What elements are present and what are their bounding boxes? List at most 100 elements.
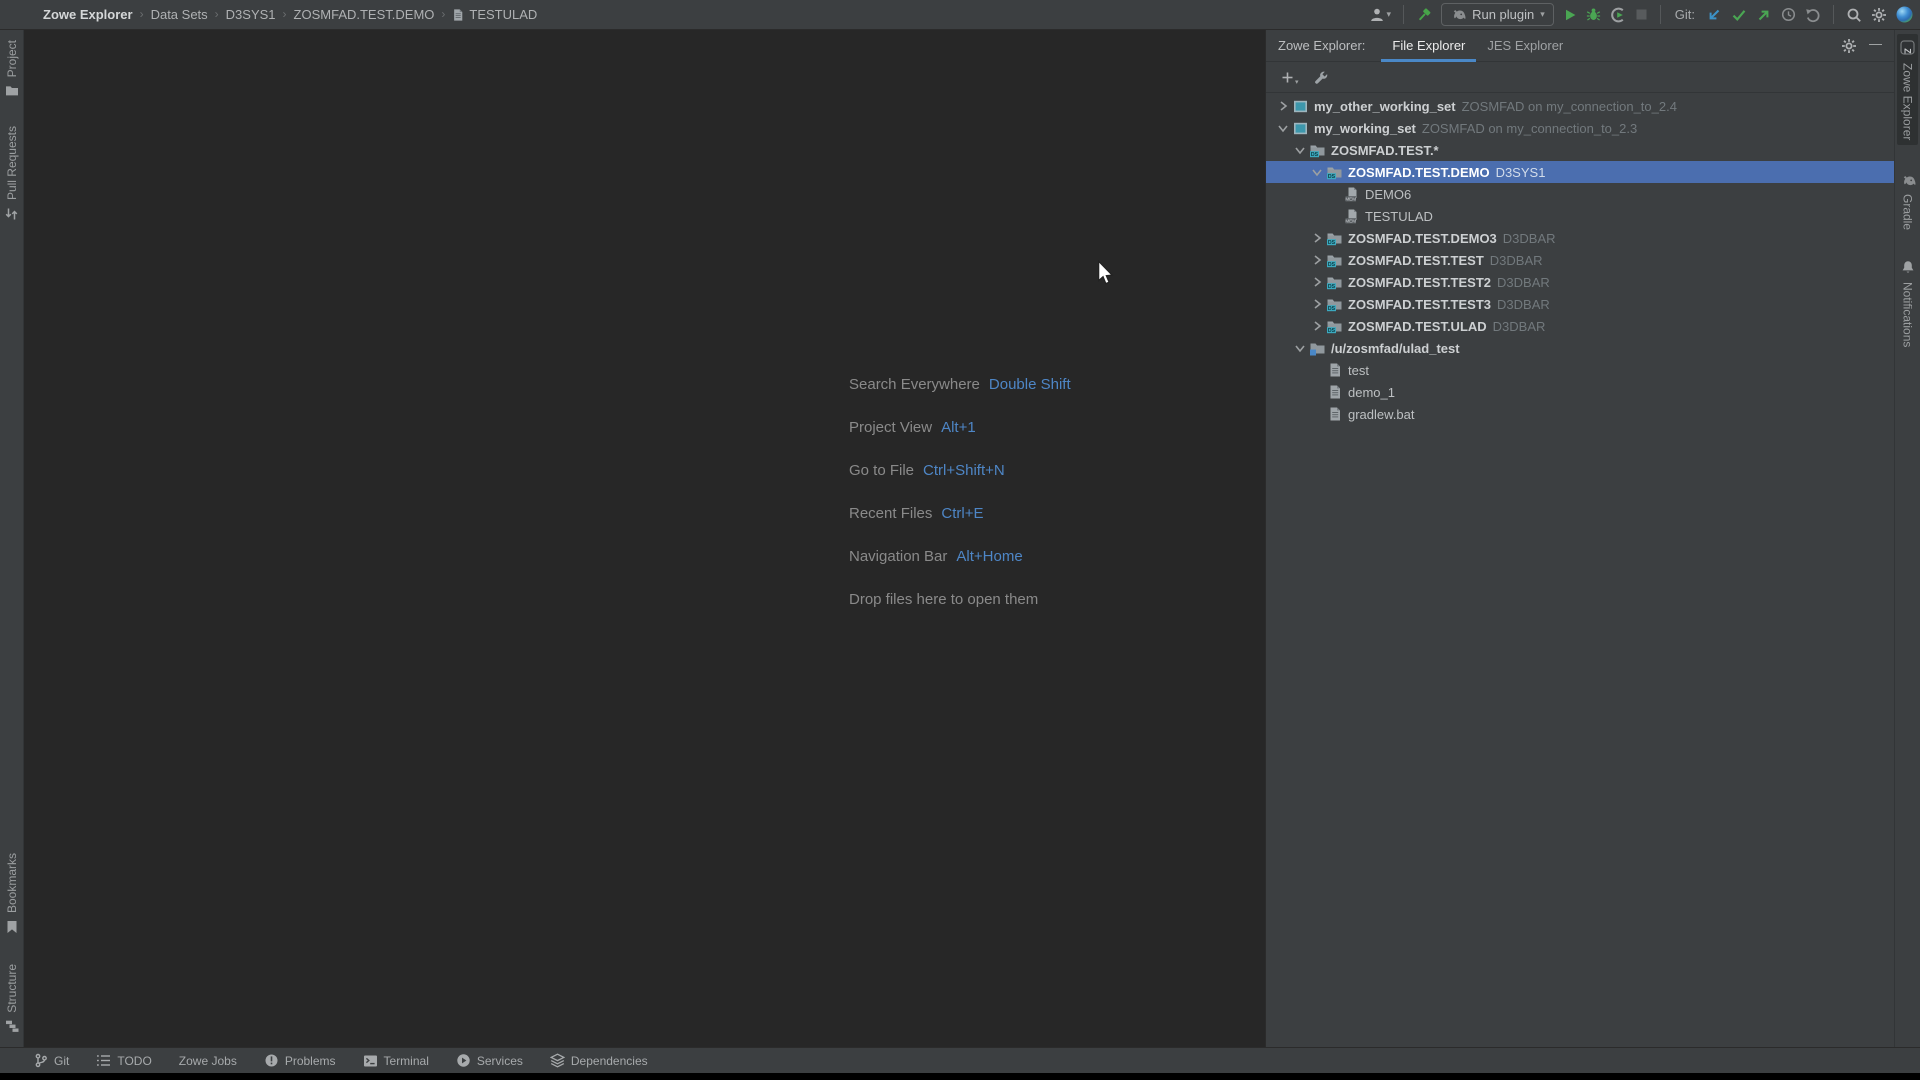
tool-stripe-button-structure[interactable]: Structure (5, 964, 19, 1033)
breadcrumb-separator: › (140, 7, 144, 21)
tree-row[interactable]: gradlew.bat (1266, 403, 1894, 425)
breadcrumb-item[interactable]: ZOSMFAD.TEST.DEMO (294, 7, 435, 22)
tree-item-label: my_working_set (1314, 121, 1416, 136)
chevron-down-icon[interactable] (1308, 165, 1325, 179)
user-menu-button[interactable]: ▾ (1369, 7, 1392, 23)
chevron-right-icon[interactable] (1274, 99, 1291, 113)
chevron-down-icon: ▾ (1295, 78, 1299, 86)
statusbar-button-label: Terminal (384, 1054, 429, 1068)
statusbar-button-todo[interactable]: TODO (96, 1054, 151, 1068)
search-everywhere-button[interactable] (1846, 7, 1862, 23)
tree-item-suffix: D3DBAR (1493, 319, 1546, 334)
profiler-icon (1610, 7, 1626, 23)
chevron-right-icon[interactable] (1308, 253, 1325, 267)
hammer-icon (1416, 7, 1432, 23)
tree-item-label: /u/zosmfad/ulad_test (1331, 341, 1460, 356)
git-update-button[interactable] (1706, 7, 1722, 23)
breadcrumb-item[interactable]: Data Sets (151, 7, 208, 22)
edit-working-set-button[interactable] (1314, 70, 1329, 85)
statusbar-button-services[interactable]: Services (456, 1053, 523, 1068)
editor-area[interactable]: Search EverywhereDouble ShiftProject Vie… (24, 30, 1265, 1047)
stop-icon (1635, 8, 1648, 21)
uss-dir-icon (1308, 340, 1327, 356)
run-button[interactable] (1563, 8, 1577, 22)
tree-item-label: ZOSMFAD.TEST.DEMO (1348, 165, 1490, 180)
breadcrumb-item[interactable]: TESTULAD (452, 7, 537, 22)
tree-row[interactable]: DSZOSMFAD.TEST.TEST3D3DBAR (1266, 293, 1894, 315)
panel-settings-button[interactable] (1841, 38, 1857, 54)
tree-row[interactable]: DSZOSMFAD.TEST.ULADD3DBAR (1266, 315, 1894, 337)
breadcrumb-item[interactable]: D3SYS1 (226, 7, 276, 22)
debug-button[interactable] (1586, 7, 1601, 22)
tree-row[interactable]: /u/zosmfad/ulad_test (1266, 337, 1894, 359)
tree-row[interactable]: my_working_setZOSMFAD on my_connection_t… (1266, 117, 1894, 139)
minimize-panel-button[interactable]: — (1869, 37, 1882, 50)
check-icon (1731, 7, 1747, 23)
tool-stripe-button-zowe-explorer[interactable]: ZZowe Explorer (1897, 34, 1918, 145)
tree-row[interactable]: DSZOSMFAD.TEST.* (1266, 139, 1894, 161)
settings-button[interactable] (1871, 7, 1887, 23)
pull-request-icon (5, 207, 18, 221)
chevron-down-icon[interactable] (1274, 121, 1291, 135)
left-stripe-bottom: Bookmarks Structure (5, 853, 19, 1033)
chevron-down-icon[interactable] (1291, 143, 1308, 157)
tree-item-label: DEMO6 (1365, 187, 1411, 202)
tool-stripe-button-project[interactable]: Project (5, 40, 19, 96)
tree-row[interactable]: DSZOSMFAD.TEST.DEMO3D3DBAR (1266, 227, 1894, 249)
tool-stripe-button-pull-requests[interactable]: Pull Requests (5, 126, 19, 221)
svg-text:DS: DS (1328, 284, 1336, 290)
statusbar-button-zowe-jobs[interactable]: Zowe Jobs (179, 1054, 237, 1068)
tree-row[interactable]: DSZOSMFAD.TEST.TEST2D3DBAR (1266, 271, 1894, 293)
shortcut-row: Navigation BarAlt+Home (849, 535, 1071, 578)
build-project-button[interactable] (1416, 7, 1432, 23)
git-push-button[interactable] (1756, 7, 1772, 23)
tool-stripe-button-bookmarks[interactable]: Bookmarks (5, 853, 19, 934)
tree-row[interactable]: MEMTESTULAD (1266, 205, 1894, 227)
tree-row[interactable]: DSZOSMFAD.TEST.DEMOD3SYS1 (1266, 161, 1894, 183)
tree-item-suffix: D3DBAR (1497, 275, 1550, 290)
add-working-set-button[interactable]: ▾ (1281, 71, 1299, 84)
window-edge (0, 1073, 1920, 1080)
tab-file-explorer[interactable]: File Explorer (1381, 30, 1476, 62)
shortcut-row: Search EverywhereDouble Shift (849, 363, 1071, 406)
breadcrumb-item-label: ZOSMFAD.TEST.DEMO (294, 7, 435, 22)
chevron-right-icon[interactable] (1308, 275, 1325, 289)
breadcrumb-item[interactable]: Zowe Explorer (43, 7, 133, 22)
breadcrumb-item-label: Data Sets (151, 7, 208, 22)
git-commit-button[interactable] (1731, 7, 1747, 23)
tree-row[interactable]: MEMDEMO6 (1266, 183, 1894, 205)
profiler-button[interactable] (1610, 7, 1626, 23)
tool-stripe-button-notifications[interactable]: Notifications (1901, 260, 1915, 347)
tab-jes-explorer[interactable]: JES Explorer (1476, 30, 1574, 62)
dataset-folder-icon: DS (1325, 164, 1344, 180)
tree-item-suffix: D3DBAR (1490, 253, 1543, 268)
chevron-right-icon[interactable] (1308, 319, 1325, 333)
plus-icon (1281, 71, 1294, 84)
problems-icon (264, 1053, 279, 1068)
tree-row[interactable]: DSZOSMFAD.TEST.TESTD3DBAR (1266, 249, 1894, 271)
tree-item-label: ZOSMFAD.TEST.* (1331, 143, 1439, 158)
tree-row[interactable]: demo_1 (1266, 381, 1894, 403)
play-icon (1563, 8, 1577, 22)
chevron-right-icon[interactable] (1308, 231, 1325, 245)
history-button[interactable] (1781, 7, 1796, 22)
statusbar-button-dependencies[interactable]: Dependencies (550, 1053, 648, 1068)
chevron-down-icon[interactable] (1291, 341, 1308, 355)
tree-row[interactable]: my_other_working_setZOSMFAD on my_connec… (1266, 95, 1894, 117)
statusbar-button-git[interactable]: Git (34, 1053, 69, 1068)
statusbar-button-terminal[interactable]: Terminal (363, 1054, 429, 1068)
shortcut-action-label: Go to File (849, 462, 914, 479)
shortcut-row: Project ViewAlt+1 (849, 406, 1071, 449)
shortcut-action-label: Search Everywhere (849, 376, 980, 393)
shortcut-keys: Ctrl+Shift+N (923, 462, 1005, 479)
tree-row[interactable]: test (1266, 359, 1894, 381)
tool-stripe-label: Structure (5, 964, 19, 1013)
ide-updates-button[interactable] (1896, 6, 1913, 23)
breadcrumb-item-label: TESTULAD (469, 7, 537, 22)
tool-stripe-button-gradle[interactable]: Gradle (1900, 175, 1916, 230)
dataset-folder-icon: DS (1325, 318, 1344, 334)
chevron-right-icon[interactable] (1308, 297, 1325, 311)
statusbar-button-problems[interactable]: Problems (264, 1053, 336, 1068)
rollback-button[interactable] (1805, 7, 1821, 23)
run-configuration-select[interactable]: Run plugin ▾ (1441, 3, 1554, 26)
